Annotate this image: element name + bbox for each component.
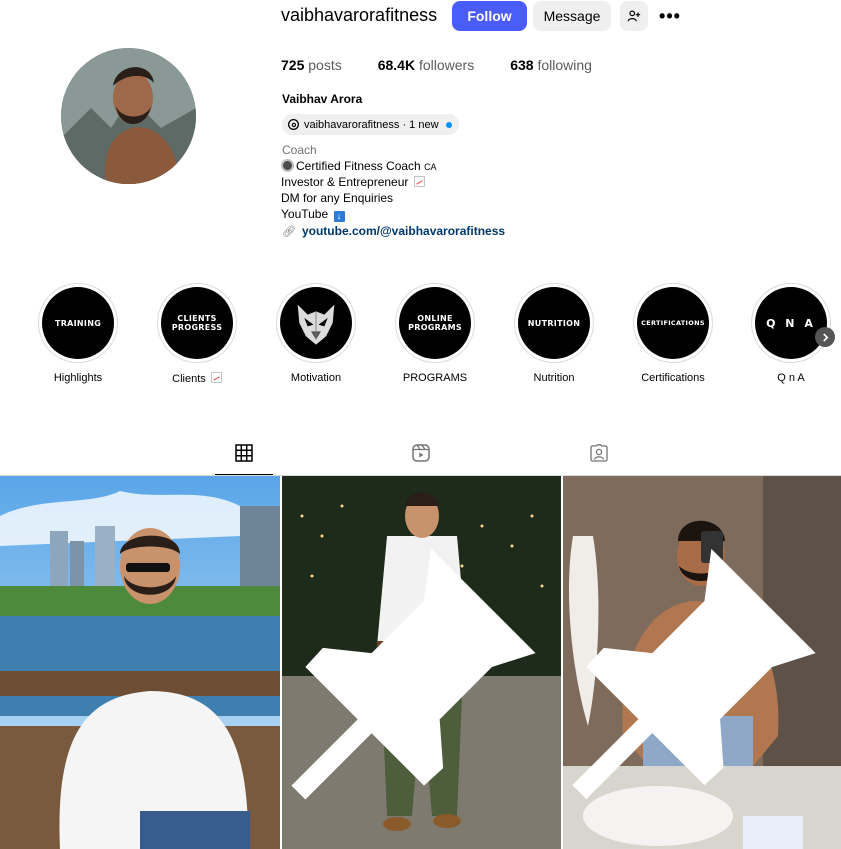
highlight-label: Q n A: [777, 372, 805, 384]
new-indicator-dot: [445, 121, 452, 128]
reels-icon: [412, 444, 430, 462]
tab-reels[interactable]: [392, 440, 450, 475]
link-icon: 🔗︎: [282, 225, 296, 238]
highlight-label: Clients: [157, 372, 237, 385]
profile-stats: 725 posts 68.4K followers 638 following: [281, 57, 628, 73]
profile-category: Coach: [282, 143, 317, 157]
following-stat[interactable]: 638 following: [510, 57, 592, 73]
bio-line-1: Certified Fitness Coach CA: [281, 158, 437, 174]
highlight-item[interactable]: NUTRITION Nutrition: [514, 283, 594, 384]
followers-count: 68.4K: [377, 57, 416, 73]
following-count: 638: [510, 57, 534, 73]
highlight-ring: Q N A: [751, 283, 831, 363]
highlight-label: Motivation: [290, 372, 342, 384]
highlight-ring: NUTRITION: [514, 283, 594, 363]
post-thumbnail[interactable]: [0, 476, 280, 849]
coin-emoji-icon: [281, 159, 294, 172]
followers-label: followers: [418, 57, 475, 73]
posts-count: 725: [281, 57, 305, 73]
highlight-ring: CLIENTS PROGRESS: [157, 283, 237, 363]
highlight-label: Highlights: [53, 372, 103, 384]
more-options-button[interactable]: •••: [656, 1, 684, 31]
threads-badge[interactable]: vaibhavarorafitness · 1 new: [282, 114, 459, 135]
avatar-image: [61, 48, 196, 184]
threads-icon: [287, 118, 300, 131]
highlight-label: PROGRAMS: [402, 372, 468, 384]
chart-emoji-icon: [210, 372, 222, 383]
highlight-label: Certifications: [641, 372, 705, 384]
post-thumbnail[interactable]: [563, 476, 841, 849]
highlight-item[interactable]: CERTIFICATIONS Certifications: [633, 283, 713, 384]
profile-avatar[interactable]: [61, 48, 196, 184]
profile-full-name: Vaibhav Arora: [282, 92, 363, 106]
highlight-cover: ONLINE PROGRAMS: [399, 287, 471, 359]
highlight-cover: TRAINING: [42, 287, 114, 359]
highlights-next-arrow[interactable]: [815, 327, 835, 347]
highlight-ring: ONLINE PROGRAMS: [395, 283, 475, 363]
highlight-item[interactable]: TRAINING Highlights: [38, 283, 118, 384]
wolf-logo-icon: [297, 304, 335, 345]
grid-icon: [235, 444, 253, 462]
chevron-right-icon: [822, 332, 828, 342]
message-button[interactable]: Message: [533, 1, 611, 31]
chart-emoji-icon: [413, 176, 425, 187]
tagged-person-icon: [590, 444, 608, 462]
tab-posts-grid[interactable]: [215, 440, 273, 475]
highlight-ring: TRAINING: [38, 283, 118, 363]
highlight-item[interactable]: ONLINE PROGRAMS PROGRAMS: [395, 283, 475, 384]
post-thumbnail[interactable]: [282, 476, 561, 849]
down-arrow-emoji-icon: ↓: [333, 211, 345, 222]
posts-label: posts: [308, 57, 342, 73]
profile-link-text: youtube.com/@vaibhavarorafitness: [301, 224, 506, 238]
highlight-cover: CLIENTS PROGRESS: [161, 287, 233, 359]
pinned-post-icon: [291, 548, 536, 800]
highlight-ring: CERTIFICATIONS: [633, 283, 713, 363]
highlight-cover: [280, 287, 352, 359]
highlight-cover: CERTIFICATIONS: [637, 287, 709, 359]
bio-line-3: DM for any Enquiries: [281, 191, 394, 205]
profile-link[interactable]: 🔗︎ youtube.com/@vaibhavarorafitness: [282, 224, 505, 238]
following-label: following: [537, 57, 592, 73]
highlight-item[interactable]: Motivation: [276, 283, 356, 384]
tab-tagged[interactable]: [570, 440, 628, 475]
posts-stat: 725 posts: [281, 57, 342, 73]
pinned-post-icon: [572, 548, 816, 800]
post-image: [0, 476, 280, 849]
highlight-ring: [276, 283, 356, 363]
followers-stat[interactable]: 68.4K followers: [378, 57, 475, 73]
highlight-cover: Q N A: [755, 287, 827, 359]
highlight-cover: NUTRITION: [518, 287, 590, 359]
follow-button[interactable]: Follow: [452, 1, 527, 31]
highlight-item[interactable]: CLIENTS PROGRESS Clients: [157, 283, 237, 385]
suggested-users-button[interactable]: [620, 1, 648, 31]
add-person-icon: [627, 10, 641, 22]
bio-line-2: Investor & Entrepreneur: [281, 174, 437, 190]
bio-line-4: YouTube ↓: [281, 206, 437, 222]
profile-bio: Certified Fitness Coach CA Investor & En…: [281, 158, 437, 222]
threads-badge-text: vaibhavarorafitness · 1 new: [304, 118, 439, 131]
highlight-label: Nutrition: [533, 372, 575, 384]
profile-username: vaibhavarorafitness: [281, 5, 438, 25]
